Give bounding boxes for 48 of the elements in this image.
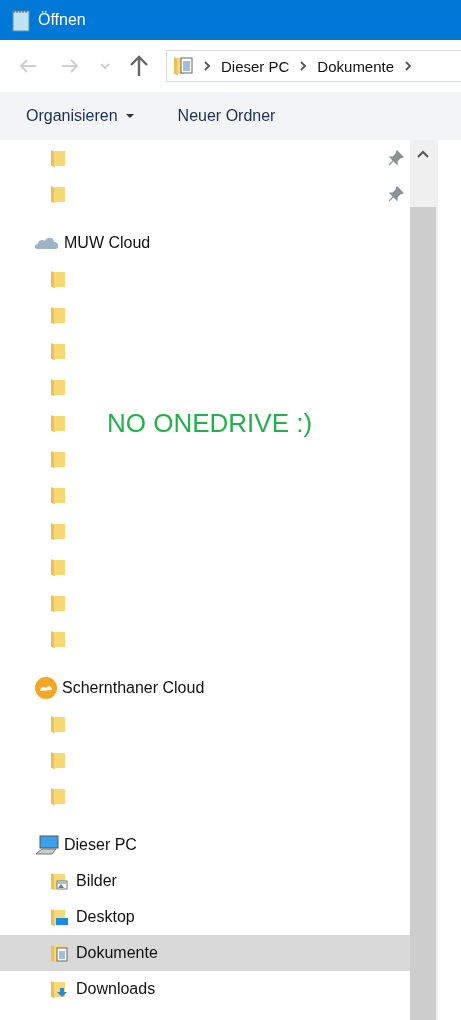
folder-icon xyxy=(50,557,68,577)
pin-icon[interactable] xyxy=(388,150,404,166)
up-arrow-button[interactable] xyxy=(128,54,150,78)
folder-icon xyxy=(50,485,68,505)
pin-icon[interactable] xyxy=(388,186,404,202)
folder-icon xyxy=(50,750,68,770)
tree-item[interactable]: MUW Cloud xyxy=(0,225,410,261)
window-title: Öffnen xyxy=(38,11,86,29)
documents-folder-icon xyxy=(50,943,68,963)
chevron-icon[interactable] xyxy=(404,61,413,71)
folder-icon xyxy=(50,521,68,541)
selected-tree-item[interactable]: Dokumente xyxy=(0,935,410,971)
folder-icon xyxy=(50,714,68,734)
folder-icon xyxy=(50,269,68,289)
folder-icon xyxy=(50,786,68,806)
folder-icon xyxy=(50,341,68,361)
address-bar[interactable]: Dieser PC Dokumente xyxy=(166,50,461,82)
folder-icon xyxy=(50,377,68,397)
annotation-text: NO ONEDRIVE :) xyxy=(107,408,313,439)
new-folder-button[interactable]: Neuer Ordner xyxy=(169,103,284,129)
computer-icon xyxy=(34,834,60,856)
sync-cloud-icon xyxy=(34,676,58,700)
tree-item[interactable]: Downloads xyxy=(0,971,410,1007)
tree-item[interactable]: Dieser PC xyxy=(0,827,410,863)
caret-icon xyxy=(125,113,134,119)
tree-item[interactable]: Desktop xyxy=(0,899,410,935)
chevron-icon[interactable] xyxy=(299,61,308,71)
pictures-folder-icon xyxy=(50,871,68,891)
documents-folder-icon xyxy=(173,55,193,77)
folder-icon xyxy=(50,449,68,469)
cloud-icon xyxy=(34,235,60,251)
folder-icon xyxy=(50,593,68,613)
scroll-up-icon[interactable] xyxy=(417,150,429,158)
folder-icon xyxy=(50,305,68,325)
desktop-folder-icon xyxy=(50,907,68,927)
breadcrumb-item[interactable]: Dokumente xyxy=(317,57,395,75)
folder-icon xyxy=(50,184,68,204)
notepad-icon xyxy=(10,8,32,32)
organize-menu-button[interactable]: Organisieren xyxy=(18,103,142,129)
recent-dropdown-icon[interactable] xyxy=(100,62,110,70)
folder-icon xyxy=(50,148,68,168)
chevron-icon[interactable] xyxy=(203,61,211,71)
breadcrumb-item[interactable]: Dieser PC xyxy=(221,57,290,75)
folder-icon xyxy=(50,413,68,433)
tree-item[interactable]: Schernthaner Cloud xyxy=(0,670,410,706)
tree-item[interactable]: Bilder xyxy=(0,863,410,899)
folder-icon xyxy=(50,629,68,649)
downloads-folder-icon xyxy=(50,979,68,999)
